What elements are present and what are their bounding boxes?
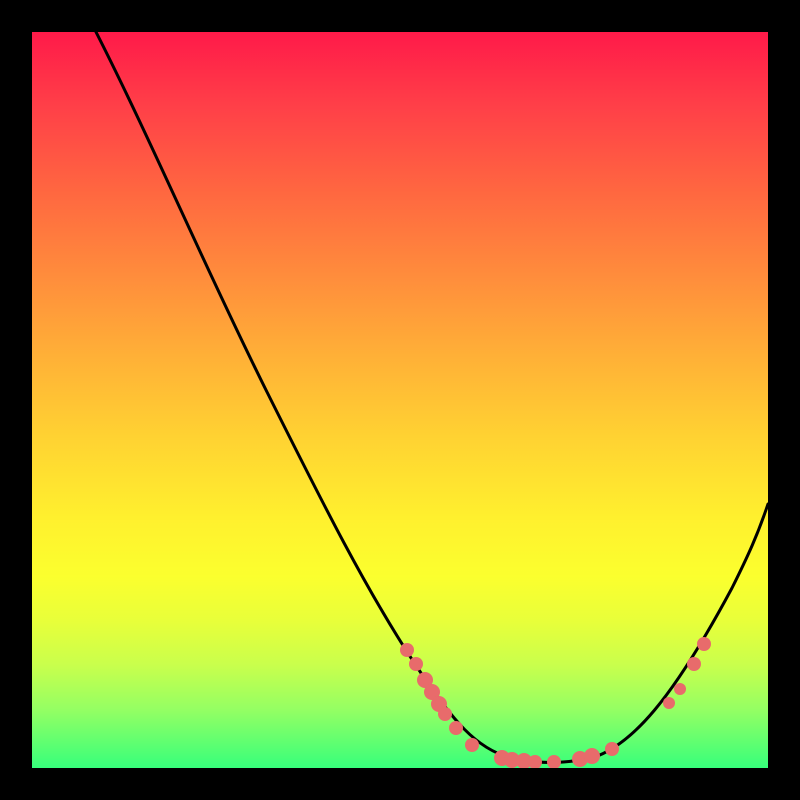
- watermark-text: TheBottleneck.com: [562, 4, 788, 35]
- data-point: [674, 683, 686, 695]
- data-point: [547, 755, 561, 768]
- curve-layer: [32, 32, 768, 768]
- chart-frame: TheBottleneck.com: [0, 0, 800, 800]
- data-point: [438, 707, 452, 721]
- data-point: [400, 643, 414, 657]
- data-point: [465, 738, 479, 752]
- data-point: [697, 637, 711, 651]
- plot-area: [32, 32, 768, 768]
- bottleneck-curve: [96, 32, 768, 763]
- data-point: [409, 657, 423, 671]
- data-point: [449, 721, 463, 735]
- data-point: [663, 697, 675, 709]
- data-point: [584, 748, 600, 764]
- data-point: [687, 657, 701, 671]
- data-points: [400, 637, 711, 768]
- data-point: [605, 742, 619, 756]
